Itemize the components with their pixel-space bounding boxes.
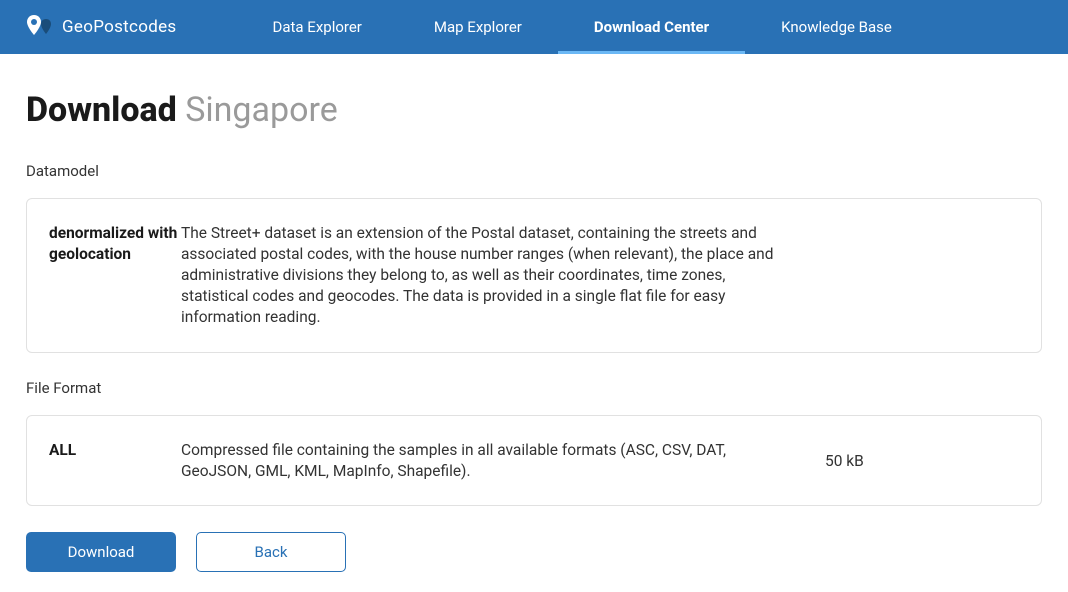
nav-item-data-explorer[interactable]: Data Explorer bbox=[237, 0, 398, 54]
nav-items: Data Explorer Map Explorer Download Cent… bbox=[237, 0, 928, 54]
nav-item-label: Download Center bbox=[594, 18, 709, 36]
brand-text: GeoPostcodes bbox=[62, 17, 177, 37]
fileformat-name: ALL bbox=[49, 440, 181, 461]
fileformat-description: Compressed file containing the samples i… bbox=[181, 440, 791, 482]
nav-item-label: Knowledge Base bbox=[781, 18, 892, 36]
nav-item-label: Data Explorer bbox=[273, 18, 362, 36]
nav-item-knowledge-base[interactable]: Knowledge Base bbox=[745, 0, 928, 54]
download-button[interactable]: Download bbox=[26, 532, 176, 572]
fileformat-section-label: File Format bbox=[26, 379, 1042, 397]
page-title-light: Singapore bbox=[185, 90, 338, 130]
brand-logo-wrap[interactable]: GeoPostcodes bbox=[26, 13, 177, 41]
datamodel-name: denormalized with geolocation bbox=[49, 223, 181, 265]
brand-logo-icon bbox=[26, 13, 54, 41]
navbar: GeoPostcodes Data Explorer Map Explorer … bbox=[0, 0, 1068, 54]
page-title: Download Singapore bbox=[26, 90, 1042, 130]
nav-item-map-explorer[interactable]: Map Explorer bbox=[398, 0, 558, 54]
back-button[interactable]: Back bbox=[196, 532, 346, 572]
page-title-bold: Download bbox=[26, 90, 177, 130]
nav-item-download-center[interactable]: Download Center bbox=[558, 0, 745, 54]
datamodel-description: The Street+ dataset is an extension of t… bbox=[181, 223, 791, 328]
datamodel-section-label: Datamodel bbox=[26, 162, 1042, 180]
datamodel-card: denormalized with geolocation The Street… bbox=[26, 198, 1042, 353]
main-content: Download Singapore Datamodel denormalize… bbox=[0, 54, 1068, 592]
fileformat-card: ALL Compressed file containing the sampl… bbox=[26, 415, 1042, 507]
fileformat-size: 50 kB bbox=[825, 452, 864, 470]
action-buttons: Download Back bbox=[26, 532, 1042, 572]
nav-item-label: Map Explorer bbox=[434, 18, 522, 36]
